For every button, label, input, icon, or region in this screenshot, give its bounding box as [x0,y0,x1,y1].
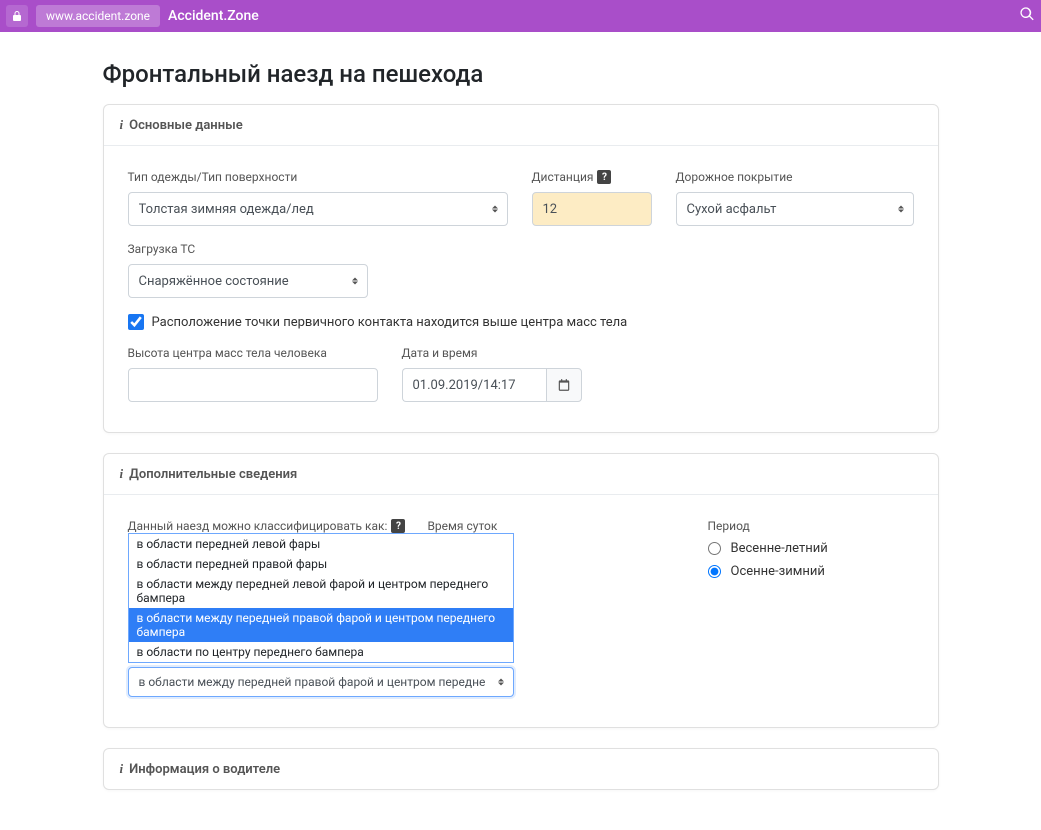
classify-option[interactable]: в области между передней левой фарой и ц… [129,574,513,608]
contact-above-checkbox[interactable] [128,314,144,330]
search-icon[interactable] [1019,6,1035,26]
classify-dropdown-list[interactable]: в области передней левой фары в области … [128,533,514,663]
calendar-icon [557,378,571,392]
url-host: www.accident.zone [36,5,160,27]
info-icon: i [120,761,124,777]
datetime-label: Дата и время [402,346,582,360]
distance-label: Дистанция ? [532,170,652,184]
card-additional-header: i Дополнительные сведения [104,454,938,495]
page-title: Фронтальный наезд на пешехода [103,60,939,88]
classify-option-selected[interactable]: в области между передней правой фарой и … [129,608,513,642]
road-select[interactable]: Сухой асфальт [676,192,914,226]
card-basic-header-label: Основные данные [129,118,243,133]
load-select[interactable]: Снаряжённое состояние [128,264,368,298]
card-additional-header-label: Дополнительные сведения [129,467,297,482]
mass-height-label: Высота центра масс тела человека [128,346,378,360]
card-driver-header: i Информация о водителе [104,749,938,789]
card-additional: i Дополнительные сведения Данный наезд м… [103,453,939,728]
distance-input[interactable] [532,192,652,226]
info-icon: i [120,117,124,133]
classify-option[interactable]: в области по центру переднего бампера [129,642,513,662]
info-icon: i [120,466,124,482]
card-driver: i Информация о водителе [103,748,939,790]
clothing-select[interactable]: Толстая зимняя одежда/лед [128,192,508,226]
browser-title-bar: www.accident.zone Accident.Zone [0,0,1041,32]
period-label: Период [708,519,948,533]
classify-option[interactable]: в области передней правой фары [129,554,513,574]
classify-select[interactable]: в области между передней правой фарой и … [128,667,514,697]
time-of-day-label: Время суток [427,519,497,533]
classify-option[interactable]: в области передней левой фары [129,534,513,554]
classify-label: Данный наезд можно классифицировать как:… [128,519,406,533]
card-driver-header-label: Информация о водителе [129,762,280,777]
mass-height-input[interactable] [128,368,378,402]
help-icon[interactable]: ? [597,170,611,184]
lock-icon [6,5,28,27]
road-label: Дорожное покрытие [676,170,914,184]
datetime-input[interactable] [402,368,546,402]
app-title: Accident.Zone [168,8,259,24]
load-label: Загрузка ТС [128,242,368,256]
help-icon[interactable]: ? [391,519,405,533]
period-radio-spring-summer[interactable]: Весенне-летний [708,541,948,556]
calendar-button[interactable] [546,368,582,402]
clothing-label: Тип одежды/Тип поверхности [128,170,508,184]
card-basic-header: i Основные данные [104,105,938,146]
card-basic: i Основные данные Тип одежды/Тип поверхн… [103,104,939,433]
period-radio-autumn-winter[interactable]: Осенне-зимний [708,564,948,579]
contact-above-label: Расположение точки первичного контакта н… [152,315,628,330]
